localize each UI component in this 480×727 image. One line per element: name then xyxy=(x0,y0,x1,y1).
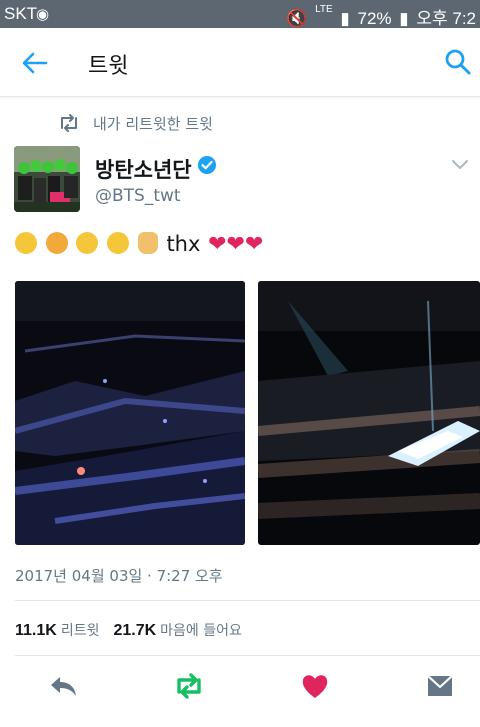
clock: 오후 7:2 xyxy=(416,9,476,28)
reply-icon[interactable] xyxy=(48,672,78,700)
page-title: 트윗 xyxy=(88,54,129,79)
retweet-icon[interactable] xyxy=(172,672,206,700)
arrow-left-icon[interactable] xyxy=(20,48,50,78)
camera-status-icon: ◉ xyxy=(36,6,50,23)
author-handle[interactable]: @BTS_twt xyxy=(95,186,181,206)
flushed-face-emoji-icon xyxy=(45,232,68,254)
status-right: 🔇 LTE ▮ 72% ▮ 오후 7:2 xyxy=(283,4,476,29)
tweet-text: thx ❤❤❤ xyxy=(15,232,263,257)
tweet-timestamp: 2017년 04월 03일 · 7:27 오후 xyxy=(15,567,223,585)
app-bar: 트윗 xyxy=(0,28,480,97)
tiger-face-emoji-icon xyxy=(15,232,37,254)
mute-icon: 🔇 xyxy=(286,9,308,28)
tweet-text-content: thx xyxy=(166,232,201,256)
carrier-label: SKT xyxy=(4,4,38,23)
divider xyxy=(15,600,480,601)
heart-eyes-emoji-icon xyxy=(107,232,130,254)
retweet-count-label[interactable]: 리트윗 xyxy=(61,623,100,639)
rolling-eyes-emoji-icon xyxy=(76,232,99,254)
verified-badge-icon xyxy=(198,156,216,174)
retweet-count[interactable]: 11.1K xyxy=(15,622,57,639)
chevron-down-icon[interactable] xyxy=(448,154,472,174)
red-heart-emoji-icon: ❤❤❤ xyxy=(208,232,264,257)
author-name[interactable]: 방탄소년단 xyxy=(95,154,192,184)
lte-label: LTE xyxy=(315,4,333,15)
thumbs-up-emoji-icon xyxy=(137,232,158,254)
battery-percent: 72% xyxy=(357,9,392,28)
retweet-icon xyxy=(61,114,77,132)
avatar[interactable] xyxy=(14,146,80,212)
heart-icon[interactable] xyxy=(300,672,330,700)
tweet-stats: 11.1K 리트윗 21.7K 마음에 들어요 xyxy=(15,620,242,640)
like-count[interactable]: 21.7K xyxy=(113,622,156,639)
tweet-photo-2[interactable] xyxy=(258,281,480,545)
like-count-label[interactable]: 마음에 들어요 xyxy=(160,623,242,639)
tweet-photo-1[interactable] xyxy=(15,281,245,545)
divider xyxy=(15,655,480,656)
battery-icon: ▮ xyxy=(399,9,409,28)
retweet-context-label: 내가 리트윗한 트윗 xyxy=(93,115,213,133)
direct-message-icon[interactable] xyxy=(425,672,455,700)
search-icon[interactable] xyxy=(444,48,472,76)
status-bar: SKT ◉ 🔇 LTE ▮ 72% ▮ 오후 7:2 xyxy=(0,0,480,28)
signal-icon: ▮ xyxy=(340,9,350,28)
